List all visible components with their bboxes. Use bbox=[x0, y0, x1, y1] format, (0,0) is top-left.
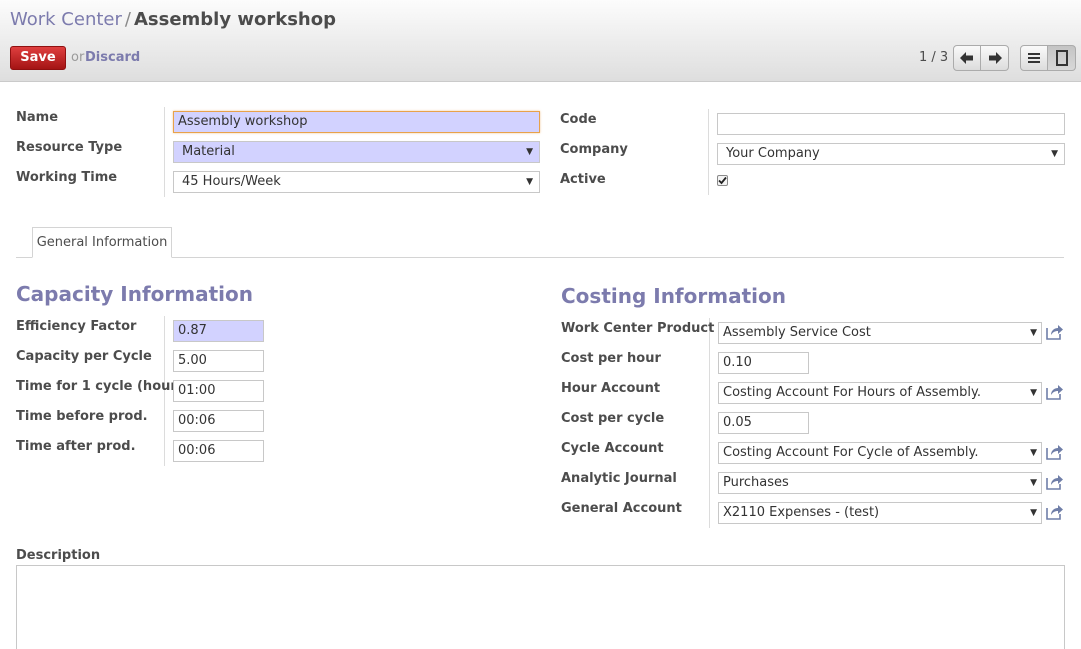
code-input[interactable] bbox=[717, 113, 1065, 135]
label-divider bbox=[708, 109, 709, 195]
time-before-prod-input[interactable]: 00:06 bbox=[173, 410, 264, 432]
company-value: Your Company bbox=[726, 146, 820, 161]
dropdown-caret-icon: ▼ bbox=[1030, 508, 1037, 518]
tab-bar-border bbox=[16, 257, 1064, 258]
checkmark-icon bbox=[718, 176, 727, 185]
list-view-icon bbox=[1028, 53, 1040, 63]
general-account-label: General Account bbox=[561, 501, 682, 516]
external-link-icon[interactable] bbox=[1046, 324, 1064, 340]
view-switcher bbox=[1020, 45, 1076, 71]
costing-section-title: Costing Information bbox=[561, 284, 786, 308]
analytic-journal-label: Analytic Journal bbox=[561, 471, 677, 486]
label-divider bbox=[709, 318, 710, 528]
arrow-right-icon bbox=[988, 52, 1002, 64]
analytic-journal-select[interactable]: Purchases ▼ bbox=[718, 472, 1042, 494]
capacity-per-cycle-input[interactable]: 5.00 bbox=[173, 350, 264, 372]
dropdown-caret-icon: ▼ bbox=[526, 177, 533, 187]
working-time-select[interactable]: 45 Hours/Week ▼ bbox=[173, 171, 540, 193]
description-textarea[interactable] bbox=[16, 565, 1065, 649]
external-link-icon[interactable] bbox=[1046, 474, 1064, 490]
dropdown-caret-icon: ▼ bbox=[1030, 328, 1037, 338]
cost-per-hour-label: Cost per hour bbox=[561, 351, 661, 366]
form-view-button[interactable] bbox=[1048, 45, 1076, 71]
external-link-icon[interactable] bbox=[1046, 444, 1064, 460]
general-account-select[interactable]: X2110 Expenses - (test) ▼ bbox=[718, 502, 1042, 524]
pager-buttons bbox=[953, 45, 1009, 71]
dropdown-caret-icon: ▼ bbox=[1030, 388, 1037, 398]
work-center-product-label: Work Center Product bbox=[561, 321, 715, 336]
resource-type-value: Material bbox=[182, 144, 235, 159]
capacity-per-cycle-label: Capacity per Cycle bbox=[16, 349, 152, 364]
name-label: Name bbox=[16, 110, 59, 125]
hour-account-value: Costing Account For Hours of Assembly. bbox=[723, 385, 982, 400]
time-cycle-input[interactable]: 01:00 bbox=[173, 380, 264, 402]
dropdown-caret-icon: ▼ bbox=[1051, 149, 1058, 159]
tab-general-information[interactable]: General Information bbox=[32, 227, 172, 258]
resource-type-select[interactable]: Material ▼ bbox=[173, 141, 540, 163]
dropdown-caret-icon: ▼ bbox=[1030, 448, 1037, 458]
label-divider bbox=[164, 107, 165, 197]
control-panel: Work Center / Assembly workshop Save or Di… bbox=[0, 0, 1081, 82]
company-select[interactable]: Your Company ▼ bbox=[717, 143, 1065, 165]
time-after-prod-input[interactable]: 00:06 bbox=[173, 440, 264, 462]
work-center-product-select[interactable]: Assembly Service Cost ▼ bbox=[718, 322, 1042, 344]
work-center-product-value: Assembly Service Cost bbox=[723, 325, 871, 340]
resource-type-label: Resource Type bbox=[16, 140, 123, 155]
efficiency-factor-label: Efficiency Factor bbox=[16, 319, 137, 334]
or-text: or bbox=[71, 50, 85, 65]
capacity-section-title: Capacity Information bbox=[16, 282, 253, 306]
breadcrumb-parent-link[interactable]: Work Center bbox=[10, 9, 122, 30]
hour-account-label: Hour Account bbox=[561, 381, 661, 396]
breadcrumb-separator: / bbox=[124, 9, 131, 30]
list-view-button[interactable] bbox=[1020, 45, 1048, 71]
active-checkbox[interactable] bbox=[717, 175, 728, 186]
arrow-left-icon bbox=[960, 52, 973, 64]
analytic-journal-value: Purchases bbox=[723, 475, 789, 490]
active-label: Active bbox=[560, 172, 606, 187]
dropdown-caret-icon: ▼ bbox=[1030, 478, 1037, 488]
external-link-icon[interactable] bbox=[1046, 384, 1064, 400]
breadcrumb-current: Assembly workshop bbox=[133, 9, 336, 30]
dropdown-caret-icon: ▼ bbox=[526, 147, 533, 157]
cost-per-cycle-label: Cost per cycle bbox=[561, 411, 665, 426]
cost-per-hour-input[interactable]: 0.10 bbox=[718, 352, 809, 374]
cost-per-cycle-input[interactable]: 0.05 bbox=[718, 412, 809, 434]
previous-record-button[interactable] bbox=[953, 45, 981, 71]
cycle-account-value: Costing Account For Cycle of Assembly. bbox=[723, 445, 979, 460]
pager-counter[interactable]: 1 / 3 bbox=[919, 50, 948, 65]
description-label: Description bbox=[16, 548, 101, 563]
general-account-value: X2110 Expenses - (test) bbox=[723, 505, 880, 520]
hour-account-select[interactable]: Costing Account For Hours of Assembly. ▼ bbox=[718, 382, 1042, 404]
next-record-button[interactable] bbox=[981, 45, 1009, 71]
efficiency-factor-input[interactable]: 0.87 bbox=[173, 320, 264, 342]
time-after-prod-label: Time after prod. bbox=[16, 439, 136, 454]
external-link-icon[interactable] bbox=[1046, 504, 1064, 520]
working-time-label: Working Time bbox=[16, 170, 118, 185]
code-label: Code bbox=[560, 112, 597, 127]
save-button[interactable]: Save bbox=[10, 46, 66, 70]
company-label: Company bbox=[560, 142, 628, 157]
cycle-account-select[interactable]: Costing Account For Cycle of Assembly. ▼ bbox=[718, 442, 1042, 464]
time-before-prod-label: Time before prod. bbox=[16, 409, 148, 424]
discard-link[interactable]: Discard bbox=[85, 50, 140, 65]
working-time-value: 45 Hours/Week bbox=[182, 174, 281, 189]
breadcrumb: Work Center / Assembly workshop bbox=[10, 9, 336, 30]
cycle-account-label: Cycle Account bbox=[561, 441, 664, 456]
name-input[interactable]: Assembly workshop bbox=[173, 111, 540, 133]
time-cycle-label: Time for 1 cycle (hour) bbox=[16, 379, 183, 394]
form-view-icon bbox=[1055, 50, 1068, 66]
